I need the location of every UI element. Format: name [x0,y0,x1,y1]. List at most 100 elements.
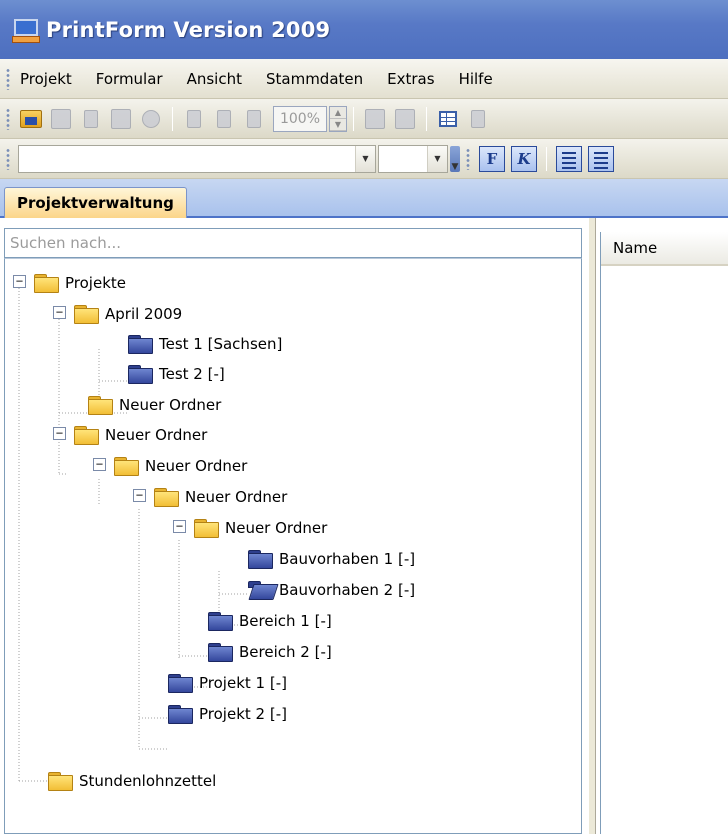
project-folder-icon [207,611,233,631]
tree-node-bereich-2[interactable]: Bereich 2 [-] [207,637,332,667]
collapse-toggle-icon[interactable]: − [133,489,146,502]
toolbar-separator [546,146,547,171]
content-area: − Projekte − April 2009 Test 1 [Sachsen]… [0,218,728,834]
collapse-toggle-icon[interactable]: − [53,306,66,319]
title-bar[interactable]: PrintForm Version 2009 [0,0,728,59]
tree-node-projekt-1[interactable]: Projekt 1 [-] [167,668,287,698]
back-button[interactable] [362,106,388,132]
main-toolbar: 100% ▲ ▼ [0,99,728,139]
folder-icon [47,771,73,791]
menu-formular[interactable]: Formular [84,70,175,88]
table-button[interactable] [435,106,461,132]
folder-icon [73,425,99,445]
project-folder-icon [167,704,193,724]
folder-icon [73,304,99,324]
toolbar-grip-icon[interactable] [6,107,10,130]
italic-button[interactable]: K [511,145,537,172]
open-project-button[interactable] [18,106,44,132]
forward-button[interactable] [392,106,418,132]
zoom-spinner[interactable]: ▲ ▼ [329,105,347,132]
zoom-out-icon [217,109,231,128]
table-icon [439,110,457,127]
project-folder-icon [207,642,233,662]
bold-button[interactable]: F [479,145,505,172]
toolbar-grip-icon[interactable] [6,147,10,170]
spin-up-icon[interactable]: ▲ [330,107,346,119]
forward-icon [395,108,415,129]
format-toolbar: ▼ ▼ ▼ F K [0,139,728,179]
page-icon [187,109,201,128]
tree-node-neuer-ordner[interactable]: Neuer Ordner [87,390,221,420]
tree-node-bauvorhaben-1[interactable]: Bauvorhaben 1 [-] [247,544,415,574]
open-project-folder-icon [247,580,273,600]
undo-icon [84,109,98,128]
font-size-combo[interactable]: ▼ [378,144,448,173]
toolbar-separator [426,106,427,131]
spin-down-icon[interactable]: ▼ [330,119,346,131]
save-button[interactable] [48,106,74,132]
collapse-toggle-icon[interactable]: − [93,458,106,471]
zoom-out-button[interactable] [211,106,237,132]
menu-grip-icon[interactable] [6,67,10,90]
project-folder-icon [127,364,153,384]
tree-node-stundenlohnzettel[interactable]: Stundenlohnzettel [47,766,216,796]
tab-projektverwaltung[interactable]: Projektverwaltung [4,187,187,218]
tree-node-bauvorhaben-2[interactable]: Bauvorhaben 2 [-] [247,575,415,605]
print-button[interactable] [108,106,134,132]
collapse-toggle-icon[interactable]: − [173,520,186,533]
preview-icon [142,109,160,128]
tree-node-neuer-ordner[interactable]: Neuer Ordner [73,420,207,450]
menu-stammdaten[interactable]: Stammdaten [254,70,375,88]
font-name-combo[interactable]: ▼ [18,144,376,173]
project-folder-icon [247,549,273,569]
align-left-button[interactable] [556,145,582,172]
tree-node-test-2[interactable]: Test 2 [-] [127,359,225,389]
chevron-down-icon[interactable]: ▼ [355,145,375,172]
save-icon [51,108,71,129]
menu-bar: Projekt Formular Ansicht Stammdaten Extr… [0,59,728,99]
search-input[interactable] [4,228,582,258]
chevron-down-icon[interactable]: ▼ [427,145,447,172]
zoom-in-button[interactable] [241,106,267,132]
tree-node-projekte[interactable]: Projekte [33,268,126,298]
window-title: PrintForm Version 2009 [46,17,331,42]
undo-button[interactable] [78,106,104,132]
preview-button[interactable] [138,106,164,132]
menu-hilfe[interactable]: Hilfe [447,70,505,88]
collapse-toggle-icon[interactable]: − [53,427,66,440]
tree-node-neuer-ordner[interactable]: Neuer Ordner [153,482,287,512]
toolbar-separator [353,106,354,131]
detail-list[interactable]: Name [600,232,728,834]
tree-node-neuer-ordner[interactable]: Neuer Ordner [113,451,247,481]
project-tree[interactable]: − Projekte − April 2009 Test 1 [Sachsen]… [4,258,582,834]
collapse-toggle-icon[interactable]: − [13,275,26,288]
toolbar-overflow-button[interactable]: ▼ [450,145,460,172]
folder-icon [153,487,179,507]
back-icon [365,108,385,129]
folder-icon [193,518,219,538]
overflow-tool-button[interactable] [465,106,491,132]
project-folder-icon [127,334,153,354]
folder-icon [33,273,59,293]
print-icon [111,108,131,129]
zoom-input[interactable]: 100% [273,105,327,132]
open-folder-icon [20,109,42,128]
tree-node-bereich-1[interactable]: Bereich 1 [-] [207,606,332,636]
tab-bar: Projektverwaltung [0,179,728,218]
tree-node-neuer-ordner[interactable]: Neuer Ordner [193,513,327,543]
app-icon [12,16,40,44]
menu-ansicht[interactable]: Ansicht [175,70,254,88]
toolbar-grip-icon[interactable] [466,147,470,170]
tree-node-test-1[interactable]: Test 1 [Sachsen] [127,329,282,359]
page-button[interactable] [181,106,207,132]
menu-extras[interactable]: Extras [375,70,446,88]
tree-node-projekt-2[interactable]: Projekt 2 [-] [167,699,287,729]
column-header-name[interactable]: Name [601,232,728,266]
folder-icon [87,395,113,415]
folder-icon [113,456,139,476]
tree-node-april-2009[interactable]: April 2009 [73,299,182,329]
menu-projekt[interactable]: Projekt [16,70,84,88]
align-center-button[interactable] [588,145,614,172]
panel-splitter[interactable] [588,218,596,834]
zoom-in-icon [247,109,261,128]
